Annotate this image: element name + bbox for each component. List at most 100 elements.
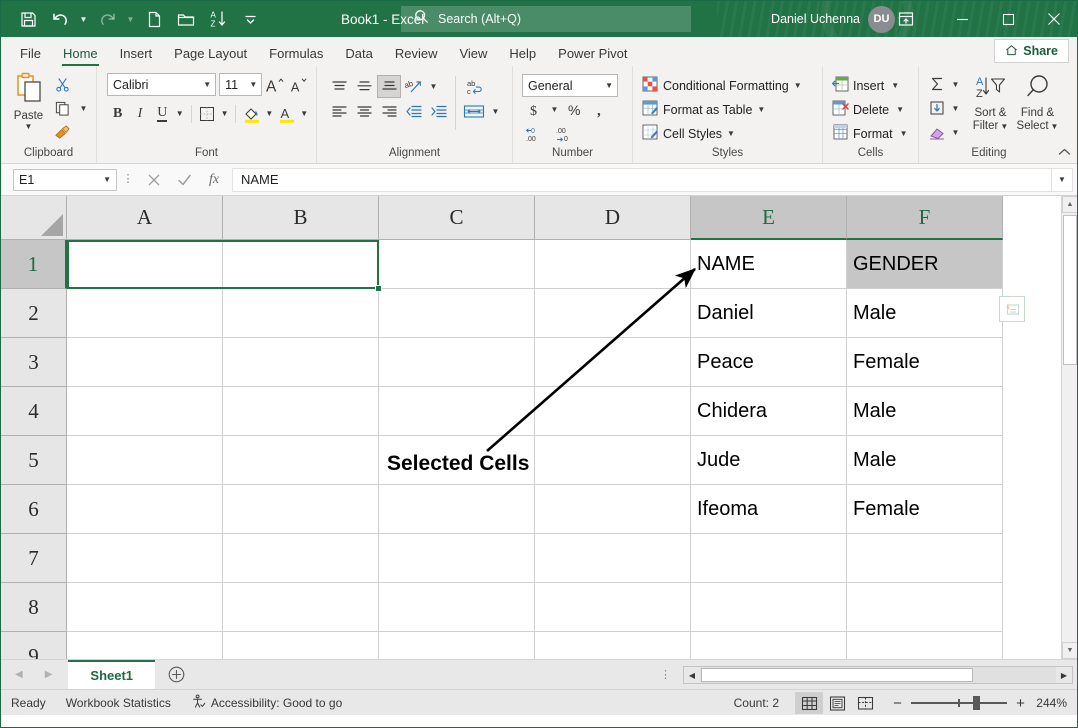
customize-quick-access-toolbar-icon[interactable]: [235, 5, 265, 33]
horizontal-scrollbar[interactable]: ⋮ ◀ ▶: [660, 664, 1073, 686]
cell-E2[interactable]: Daniel: [691, 289, 847, 338]
cell-A9[interactable]: [67, 632, 223, 659]
zoom-control[interactable]: − +: [891, 695, 1027, 712]
column-header-e[interactable]: E: [691, 196, 847, 240]
comma-style-icon[interactable]: ,: [589, 98, 613, 121]
select-all-corner[interactable]: [1, 196, 67, 240]
conditional-formatting-button[interactable]: Conditional Formatting ▼: [639, 74, 805, 97]
cell-D6[interactable]: [535, 485, 691, 534]
cell-B8[interactable]: [223, 583, 379, 632]
row-header-4[interactable]: 4: [1, 387, 67, 436]
column-header-a[interactable]: A: [67, 196, 223, 240]
cell-C3[interactable]: [379, 338, 535, 387]
account-area[interactable]: Daniel Uchenna DU: [771, 1, 895, 37]
format-painter-icon[interactable]: [50, 121, 74, 144]
undo-icon[interactable]: [45, 5, 75, 33]
fill-color-dropdown-icon[interactable]: ▼: [264, 102, 276, 125]
format-cells-button[interactable]: Format ▼: [829, 122, 911, 145]
row-header-5[interactable]: 5: [1, 436, 67, 485]
normal-view-icon[interactable]: [795, 692, 823, 714]
tab-power-pivot[interactable]: Power Pivot: [547, 47, 638, 66]
row-header-1[interactable]: 1: [1, 240, 67, 289]
sort-az-icon[interactable]: A Z: [203, 5, 233, 33]
cell-E6[interactable]: Ifeoma: [691, 485, 847, 534]
cell-F3[interactable]: Female: [847, 338, 1003, 387]
row-header-6[interactable]: 6: [1, 485, 67, 534]
borders-dropdown-icon[interactable]: ▼: [219, 102, 231, 125]
cell-E5[interactable]: Jude: [691, 436, 847, 485]
merge-and-center-icon[interactable]: [460, 100, 488, 123]
cut-icon[interactable]: [50, 73, 74, 96]
redo-icon[interactable]: [92, 5, 122, 33]
cell-F2[interactable]: Male: [847, 289, 1003, 338]
cell-C4[interactable]: [379, 387, 535, 436]
name-box[interactable]: E1 ▼: [13, 169, 117, 191]
percent-style-icon[interactable]: %: [563, 98, 587, 121]
increase-indent-icon[interactable]: [427, 100, 451, 123]
increase-decimal-icon[interactable]: 0 .00: [522, 122, 550, 145]
copy-dropdown-icon[interactable]: ▼: [77, 97, 90, 120]
cell-A2[interactable]: [67, 289, 223, 338]
cell-C8[interactable]: [379, 583, 535, 632]
horizontal-scroll-thumb[interactable]: [701, 668, 973, 682]
cell-C1[interactable]: [379, 240, 535, 289]
cell-A8[interactable]: [67, 583, 223, 632]
tab-view[interactable]: View: [448, 47, 498, 66]
cell-B5[interactable]: [223, 436, 379, 485]
format-as-table-button[interactable]: Format as Table ▼: [639, 98, 805, 121]
cell-B2[interactable]: [223, 289, 379, 338]
number-format-dropdown-icon[interactable]: ▼: [605, 81, 613, 90]
insert-cells-button[interactable]: Insert ▼: [829, 74, 911, 97]
zoom-slider[interactable]: [911, 696, 1007, 710]
decrease-font-size-icon[interactable]: A: [289, 73, 310, 96]
cell-D4[interactable]: [535, 387, 691, 436]
bold-button[interactable]: B: [107, 102, 128, 125]
cancel-entry-icon[interactable]: [139, 168, 169, 192]
sheet-tab-sheet1[interactable]: Sheet1: [68, 660, 155, 689]
cell-D8[interactable]: [535, 583, 691, 632]
center-align-icon[interactable]: [352, 100, 376, 123]
cell-E7[interactable]: [691, 534, 847, 583]
ribbon-display-options-icon[interactable]: [883, 1, 929, 37]
cell-F9[interactable]: [847, 632, 1003, 659]
copy-icon[interactable]: [50, 97, 74, 120]
borders-icon[interactable]: [196, 102, 217, 125]
quick-analysis-button[interactable]: [999, 296, 1025, 322]
cell-D1[interactable]: [535, 240, 691, 289]
cell-A3[interactable]: [67, 338, 223, 387]
cell-A6[interactable]: [67, 485, 223, 534]
sort-and-filter-dropdown-icon[interactable]: ▼: [1000, 120, 1008, 133]
fill-dropdown-icon[interactable]: ▼: [949, 97, 962, 120]
delete-cells-button[interactable]: Delete ▼: [829, 98, 911, 121]
fill-icon[interactable]: [925, 97, 949, 120]
formula-input[interactable]: NAME: [232, 168, 1051, 192]
cell-B9[interactable]: [223, 632, 379, 659]
vertical-scroll-thumb[interactable]: [1063, 215, 1077, 365]
font-size-dropdown-icon[interactable]: ▼: [249, 80, 257, 89]
format-as-table-dropdown-icon[interactable]: ▼: [757, 105, 765, 114]
cell-C7[interactable]: [379, 534, 535, 583]
italic-button[interactable]: I: [129, 102, 150, 125]
clear-dropdown-icon[interactable]: ▼: [949, 121, 962, 144]
cell-B7[interactable]: [223, 534, 379, 583]
merge-and-center-dropdown-icon[interactable]: ▼: [489, 100, 502, 123]
middle-align-icon[interactable]: [352, 75, 376, 98]
scroll-left-icon[interactable]: ◀: [684, 667, 700, 683]
cell-D9[interactable]: [535, 632, 691, 659]
tab-file[interactable]: File: [9, 47, 52, 66]
underline-dropdown-icon[interactable]: ▼: [174, 102, 186, 125]
cell-F4[interactable]: Male: [847, 387, 1003, 436]
page-layout-view-icon[interactable]: [823, 692, 851, 714]
sheet-tab-splitter[interactable]: ⋮: [660, 671, 671, 680]
underline-button[interactable]: U: [152, 102, 173, 125]
autosum-dropdown-icon[interactable]: ▼: [949, 73, 962, 96]
tab-formulas[interactable]: Formulas: [258, 47, 334, 66]
fill-handle[interactable]: [375, 285, 382, 292]
fill-color-icon[interactable]: [241, 102, 262, 125]
align-right-icon[interactable]: [377, 100, 401, 123]
cell-F6[interactable]: Female: [847, 485, 1003, 534]
accounting-format-dropdown-icon[interactable]: ▼: [548, 98, 561, 121]
close-icon[interactable]: [1031, 1, 1077, 37]
cell-A4[interactable]: [67, 387, 223, 436]
find-and-select-dropdown-icon[interactable]: ▼: [1051, 120, 1059, 133]
